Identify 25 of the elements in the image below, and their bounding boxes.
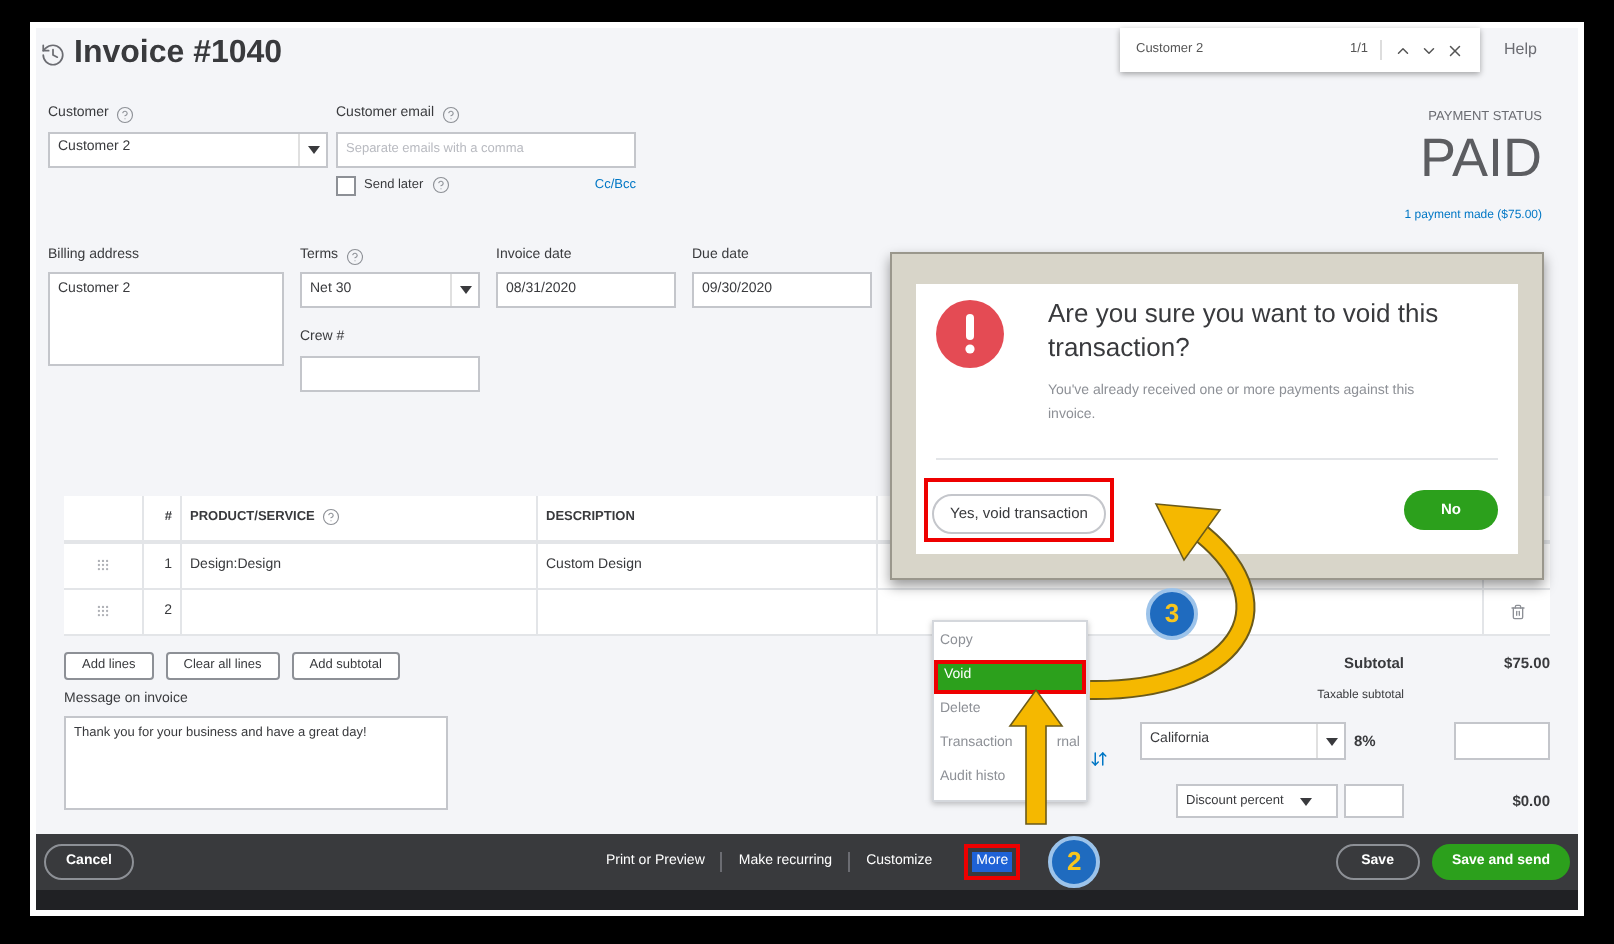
discount-field[interactable] (1344, 784, 1404, 818)
help-icon[interactable] (346, 247, 365, 265)
help-link[interactable]: Help (1504, 38, 1537, 62)
dropdown-caret-icon (1325, 737, 1337, 745)
payment-status: PAID (1419, 127, 1542, 188)
send-later-checkbox[interactable] (336, 175, 356, 195)
history-icon[interactable] (40, 41, 66, 67)
dropdown-caret-icon (1299, 797, 1312, 805)
warning-icon (936, 300, 1004, 368)
sort-icon[interactable] (1090, 750, 1108, 768)
drag-handle-icon[interactable] (96, 558, 110, 573)
dialog-title: Are you sure you want to void this transaction? (1048, 296, 1441, 364)
dropdown-caret-icon (307, 145, 319, 153)
dropdown-caret-icon (459, 286, 471, 295)
step-badge: 2 (1048, 836, 1101, 888)
tax-amount-field[interactable] (1454, 722, 1550, 760)
help-icon[interactable] (322, 508, 341, 527)
crew-field[interactable] (300, 355, 480, 392)
drag-handle-icon[interactable] (96, 604, 110, 619)
help-icon[interactable] (116, 105, 135, 124)
help-icon[interactable] (431, 176, 450, 194)
invoice-title: Invoice #1040 (74, 34, 283, 74)
delete-icon[interactable] (1509, 603, 1525, 620)
help-icon[interactable] (442, 105, 461, 124)
close-icon[interactable] (1446, 41, 1464, 59)
